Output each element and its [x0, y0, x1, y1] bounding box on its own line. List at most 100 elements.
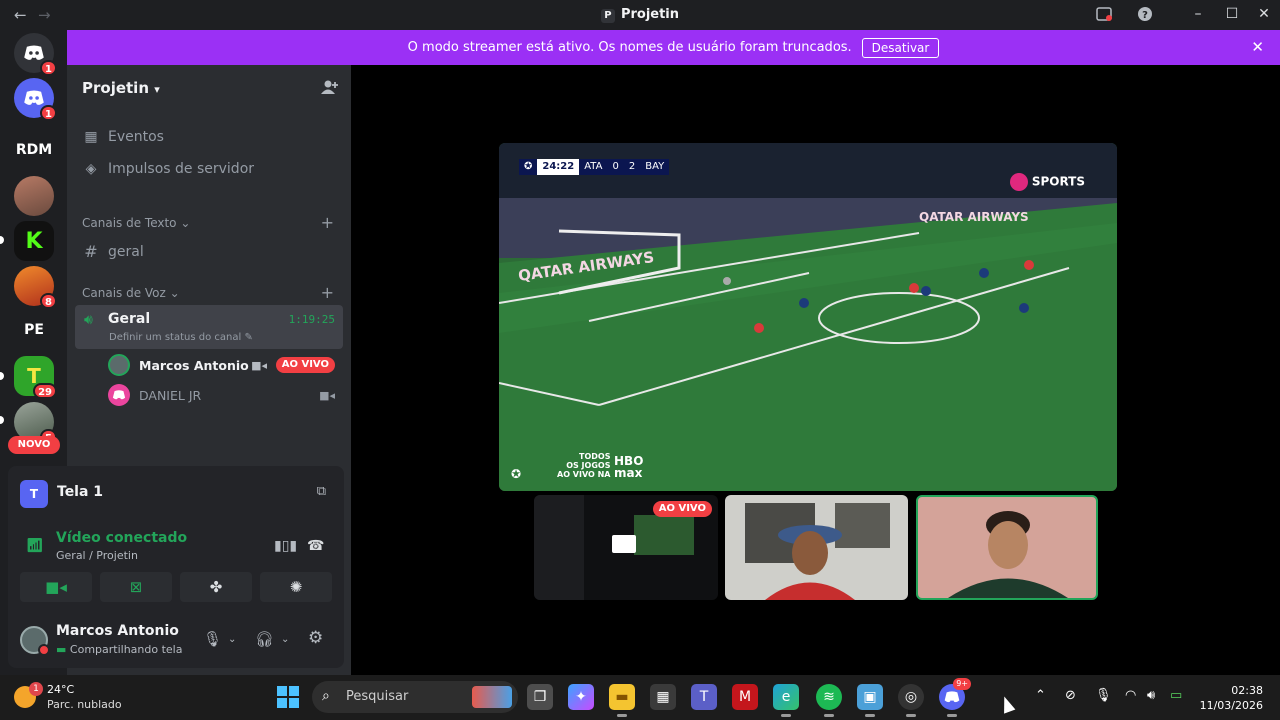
- popout-icon[interactable]: ⧉: [317, 484, 326, 499]
- stream-thumbnail-camera-1[interactable]: [725, 495, 908, 600]
- maximize-button[interactable]: ☐: [1222, 4, 1242, 24]
- screen-preview-sidebar: [534, 495, 584, 600]
- headphones-icon[interactable]: 🎧︎: [255, 630, 274, 648]
- volume-icon[interactable]: 🔊︎: [1147, 688, 1155, 703]
- discord-taskbar-icon[interactable]: 9+: [939, 678, 971, 717]
- server-boosts-label: Impulsos de servidor: [108, 161, 255, 177]
- direct-messages-button[interactable]: 1: [14, 33, 57, 76]
- server-discord[interactable]: 1: [14, 78, 57, 121]
- wifi-icon[interactable]: ◠: [1125, 688, 1136, 703]
- edge-icon[interactable]: e: [773, 684, 799, 717]
- stream-thumbnail-camera-2[interactable]: [916, 495, 1098, 600]
- home-team: ATA: [584, 161, 603, 172]
- server-avatar-photo[interactable]: [14, 176, 54, 216]
- running-indicator: [906, 714, 916, 717]
- stream-thumbnail-screen[interactable]: AO VIVO: [534, 495, 718, 600]
- disconnect-icon[interactable]: ☎︎: [307, 538, 324, 554]
- user-status: ▬ Compartilhando tela: [56, 643, 182, 656]
- text-channels-category[interactable]: Canais de Texto ⌄: [82, 216, 190, 230]
- main-stream-video[interactable]: QATAR AIRWAYS QATAR AIRWAYS ✪ 24:22 ATA …: [499, 143, 1117, 491]
- teams-icon[interactable]: T: [691, 684, 717, 710]
- help-icon[interactable]: ?: [1136, 6, 1154, 24]
- system-clock[interactable]: 02:38 11/03/2026: [1200, 683, 1263, 713]
- call-timer: 1:19:25: [288, 313, 335, 326]
- close-icon[interactable]: ✕: [1251, 38, 1264, 56]
- voice-panel: T Tela 1 ⧉ 📶︎ Vídeo conectado Geral / Pr…: [8, 466, 344, 668]
- activities-button[interactable]: ✤: [180, 572, 252, 602]
- webcam-image: [948, 511, 1068, 598]
- search-box[interactable]: ⌕ Pesquisar: [312, 681, 518, 713]
- screen-icon: ▬: [56, 643, 67, 656]
- chevron-up-icon[interactable]: ⌃: [1035, 688, 1046, 703]
- camera-button[interactable]: ■◂: [20, 572, 92, 602]
- screen-share-icon: T: [20, 480, 48, 508]
- channel-geral[interactable]: # geral: [83, 242, 143, 261]
- camera-icon: ■◂: [45, 578, 67, 596]
- events-item[interactable]: ▦ Eventos: [83, 129, 164, 145]
- server-t[interactable]: T 29: [14, 356, 57, 399]
- notification-badge: 1: [40, 105, 57, 121]
- user-avatar[interactable]: [20, 626, 50, 656]
- voice-channel-geral[interactable]: 🔊︎ Geral 1:19:25 Definir um status do ca…: [75, 305, 343, 349]
- user-name: Marcos Antonio: [56, 623, 179, 639]
- camera-off-icon[interactable]: ⊘: [1065, 688, 1076, 703]
- running-indicator: [865, 714, 875, 717]
- discord-icon: [24, 45, 44, 60]
- noise-suppression-icon[interactable]: ▮▯▮: [274, 538, 297, 554]
- close-window-button[interactable]: ✕: [1254, 4, 1274, 24]
- copilot-icon[interactable]: ✦: [568, 684, 594, 710]
- app-icon[interactable]: ▣: [857, 684, 883, 717]
- spotify-icon[interactable]: ≋: [816, 684, 842, 717]
- voice-user-name: DANIEL JR: [139, 387, 202, 403]
- store-icon[interactable]: ▦: [650, 684, 676, 710]
- streamer-mode-banner: O modo streamer está ativo. Os nomes de …: [67, 30, 1280, 65]
- time: 02:38: [1231, 684, 1263, 697]
- server-rdm[interactable]: RDM: [14, 130, 54, 170]
- microphone-icon[interactable]: 🎙︎: [203, 630, 222, 648]
- away-score: 2: [628, 161, 636, 172]
- guild-header[interactable]: Projetin ▾: [82, 79, 160, 97]
- match-clock: 24:22: [537, 159, 580, 175]
- microphone-icon[interactable]: 🎙︎: [1095, 688, 1112, 703]
- create-channel-icon[interactable]: +: [321, 213, 334, 232]
- avatar: [108, 354, 130, 376]
- mcafee-icon[interactable]: M: [732, 684, 758, 710]
- add-member-icon[interactable]: [321, 79, 339, 99]
- notification-badge: 29: [33, 383, 57, 399]
- gear-icon[interactable]: ⚙︎: [308, 628, 323, 648]
- chevron-down-icon[interactable]: ⌄: [281, 634, 289, 645]
- inbox-icon[interactable]: [1095, 6, 1113, 24]
- stream-name: Tela 1: [57, 484, 104, 500]
- minimize-button[interactable]: –: [1188, 4, 1208, 24]
- server-kick[interactable]: K: [14, 221, 54, 261]
- date: 11/03/2026: [1199, 699, 1263, 712]
- start-button[interactable]: [277, 686, 299, 708]
- task-view-icon[interactable]: ❐: [527, 684, 553, 710]
- connection-location[interactable]: Geral / Projetin: [56, 549, 138, 562]
- file-explorer-icon[interactable]: ▬: [609, 684, 635, 717]
- disable-streamer-mode-button[interactable]: Desativar: [861, 37, 940, 58]
- create-voice-channel-icon[interactable]: +: [321, 283, 334, 302]
- server-game[interactable]: 8: [14, 266, 57, 309]
- voice-channels-category[interactable]: Canais de Voz ⌄: [82, 286, 180, 300]
- away-team: BAY: [645, 161, 665, 172]
- server-pe[interactable]: PE: [14, 310, 54, 350]
- connection-signal-icon[interactable]: 📶︎: [26, 538, 44, 554]
- obs-icon[interactable]: ◎: [898, 684, 924, 717]
- battery-icon[interactable]: ▭: [1170, 688, 1182, 703]
- voice-user-name: Marcos Antonio: [139, 357, 249, 373]
- server-label: PE: [24, 322, 44, 338]
- guild-name: Projetin: [82, 79, 150, 97]
- server-initial-icon: P: [600, 9, 615, 23]
- ucl-icon: ✪: [524, 161, 533, 172]
- channel-status[interactable]: Definir um status do canal ✎: [109, 332, 253, 343]
- soundboard-button[interactable]: ✺: [260, 572, 332, 602]
- voice-user-daniel[interactable]: DANIEL JR ■◂: [108, 382, 343, 408]
- chevron-down-icon[interactable]: ⌄: [228, 634, 236, 645]
- voice-user-marcos[interactable]: Marcos Antonio ■◂ AO VIVO: [108, 352, 343, 378]
- category-label: Canais de Texto: [82, 216, 177, 230]
- chevron-down-icon: ⌄: [169, 286, 180, 300]
- share-screen-button[interactable]: ⊠: [100, 572, 172, 602]
- notification-badge: 8: [40, 293, 57, 309]
- server-boosts-item[interactable]: ◈ Impulsos de servidor: [83, 161, 254, 177]
